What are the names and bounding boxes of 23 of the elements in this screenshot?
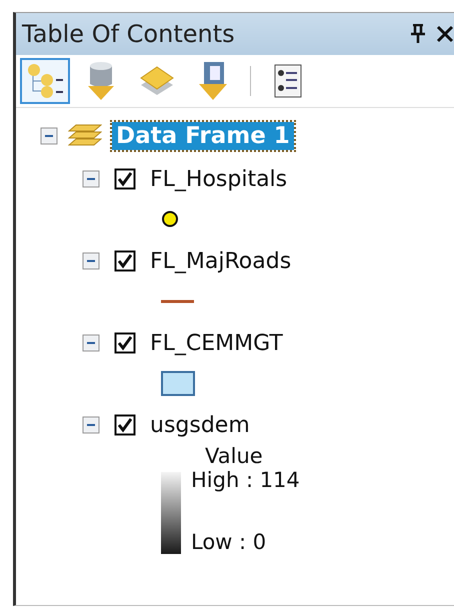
layer-checkbox[interactable] bbox=[114, 414, 136, 436]
panel-title: Table Of Contents bbox=[22, 20, 236, 48]
close-icon[interactable] bbox=[436, 25, 454, 43]
layer-checkbox[interactable] bbox=[114, 168, 136, 190]
legend-high-label: High : 114 bbox=[191, 468, 301, 492]
layer-name[interactable]: FL_MajRoads bbox=[150, 248, 292, 274]
document-arrow-icon bbox=[196, 60, 230, 102]
collapse-icon[interactable] bbox=[40, 127, 58, 145]
layer-name[interactable]: usgsdem bbox=[150, 412, 250, 438]
data-frame-label[interactable]: Data Frame 1 bbox=[112, 122, 294, 150]
layer-name[interactable]: FL_CEMMGT bbox=[150, 330, 283, 356]
legend-heading: Value bbox=[204, 444, 264, 468]
layer-checkbox[interactable] bbox=[114, 332, 136, 354]
collapse-icon[interactable] bbox=[82, 252, 100, 270]
layer-name[interactable]: FL_Hospitals bbox=[150, 166, 288, 192]
legend-low-label: Low : 0 bbox=[191, 530, 268, 554]
options-list-icon bbox=[274, 64, 302, 98]
pin-icon[interactable] bbox=[410, 24, 426, 44]
collapse-icon[interactable] bbox=[82, 170, 100, 188]
layer-tree-icon bbox=[25, 61, 65, 101]
collapse-icon[interactable] bbox=[82, 334, 100, 352]
collapse-icon[interactable] bbox=[82, 416, 100, 434]
layer-checkbox[interactable] bbox=[114, 250, 136, 272]
